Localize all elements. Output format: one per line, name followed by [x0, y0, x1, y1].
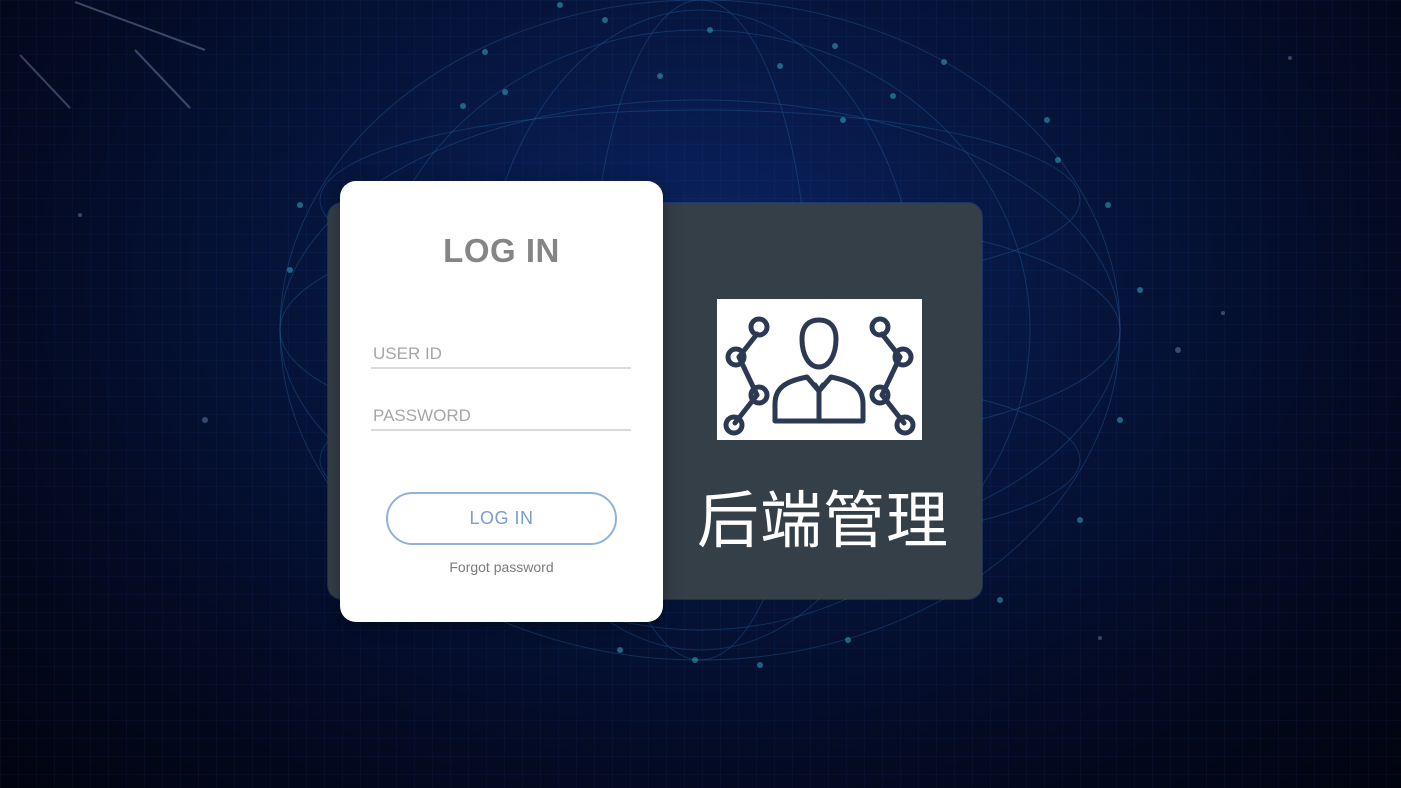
- forgot-password-link[interactable]: Forgot password: [340, 559, 663, 575]
- user-network-icon: [717, 299, 922, 440]
- login-title: LOG IN: [443, 232, 560, 269]
- login-button[interactable]: LOG IN: [386, 492, 617, 545]
- user-id-input[interactable]: [371, 337, 631, 369]
- brand-title: 后端管理: [696, 484, 949, 557]
- password-input[interactable]: [371, 399, 631, 431]
- login-stage: LOG IN LOG IN Forgot password: [0, 0, 1401, 788]
